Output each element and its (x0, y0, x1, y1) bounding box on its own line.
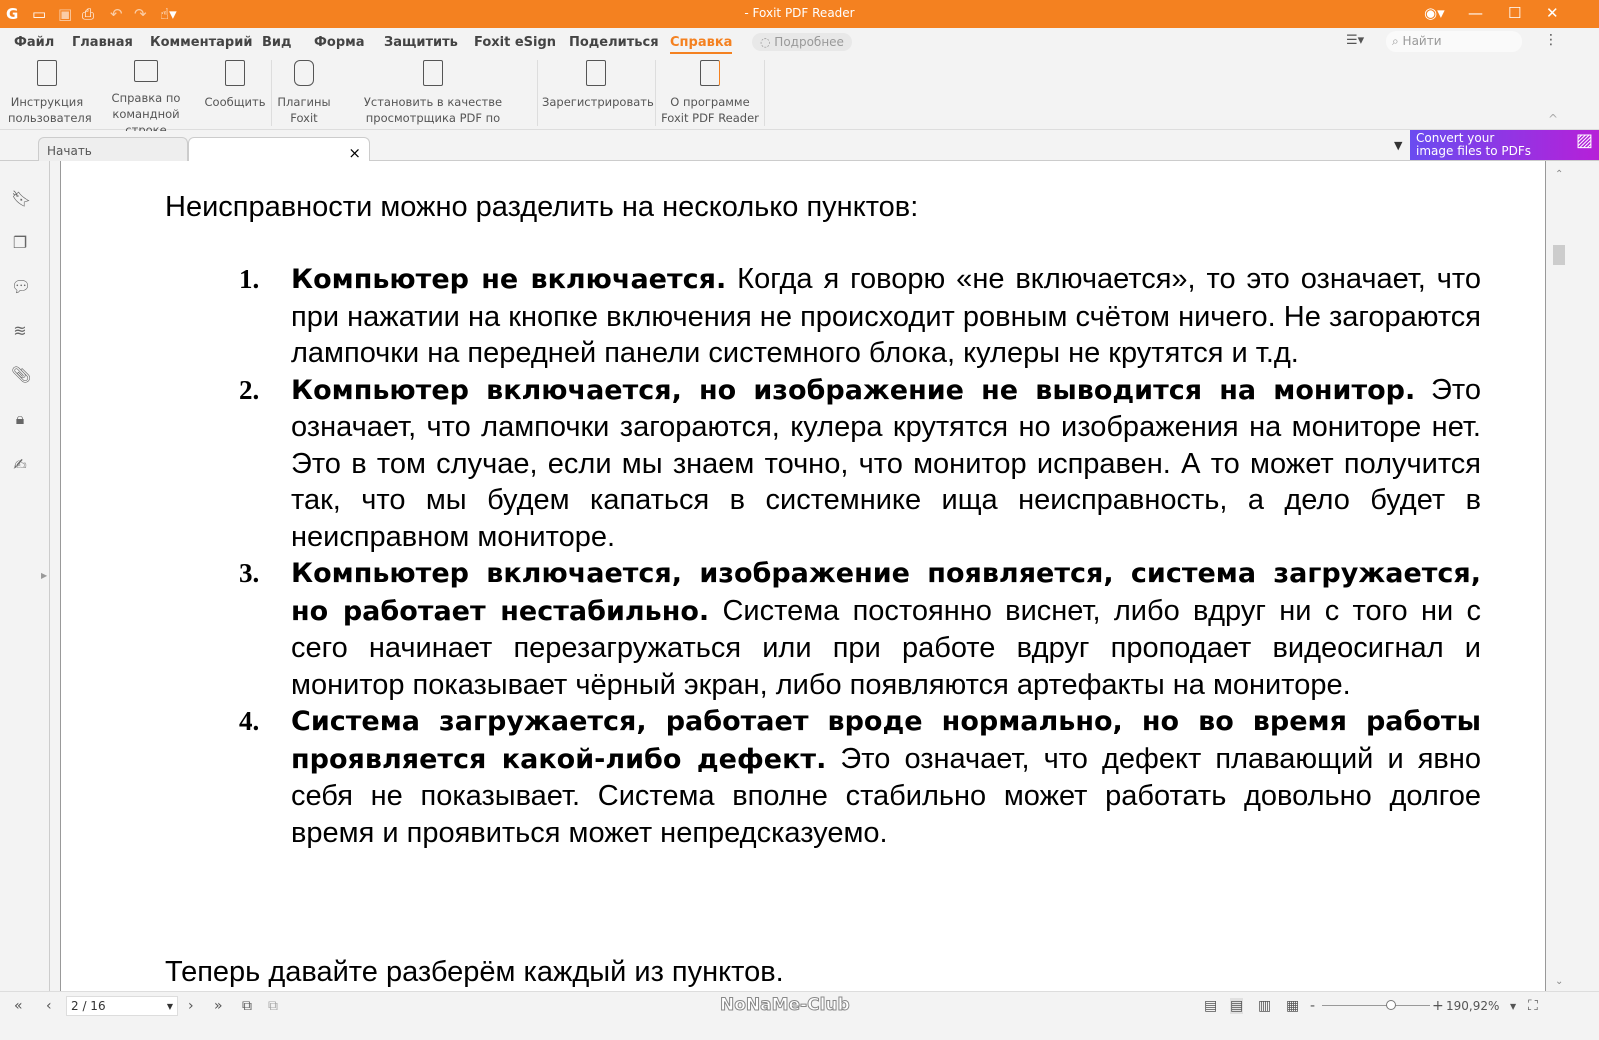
command-line-icon (134, 60, 158, 82)
ribbon: Инструкция пользователя Справка по командн… (0, 56, 1599, 141)
page-number-input[interactable]: 2 / 16 ▼ (66, 996, 178, 1016)
last-page-icon[interactable]: » (214, 998, 223, 1014)
left-panel: 🔖︎ ❐ 💬︎ ≋ 📎︎ 🔒︎ ✍︎ ▶ (0, 161, 50, 991)
tab-bar: Начать × ▼ (0, 131, 1599, 162)
bookmark-icon[interactable]: 🔖︎ (11, 189, 31, 208)
numbered-list: 1. Компьютер не включается. Когда я говор… (239, 261, 1481, 851)
signature-icon[interactable]: ✍︎ (11, 455, 29, 474)
scroll-thumb[interactable] (1553, 245, 1565, 265)
single-page-icon[interactable]: ▤ (1204, 998, 1217, 1014)
user-guide-icon (37, 60, 57, 86)
title-bar: G ▭ ▣ ⎙ ↶ ↷ ☝▾ - Foxit PDF Reader ◉▾ — ☐… (0, 0, 1599, 28)
puzzle-icon (294, 60, 314, 86)
register-button[interactable]: Зарегистрировать (542, 60, 654, 110)
first-page-icon[interactable]: « (14, 998, 23, 1014)
tab-close-icon[interactable]: × (348, 144, 361, 162)
menu-protect[interactable]: Защитить (384, 35, 458, 50)
prev-page-icon[interactable]: ‹ (46, 998, 52, 1014)
more-icon[interactable]: ⋮ (1544, 32, 1558, 48)
menu-bar: Файл Главная Комментарий Вид Форма Защит… (0, 28, 1599, 56)
menu-file[interactable]: Файл (14, 35, 54, 50)
pages-icon[interactable]: ❐ (11, 233, 29, 252)
set-default-button[interactable]: Установить в качестве просмотрщика PDF по… (336, 60, 530, 142)
command-line-help-button[interactable]: Справка по командной строке (92, 60, 200, 138)
layers-icon[interactable]: ≋ (11, 321, 29, 340)
attachment-icon[interactable]: 📎︎ (11, 365, 31, 384)
zoom-out-icon[interactable]: - (1310, 998, 1315, 1014)
maximize-button[interactable]: ☐ (1508, 4, 1521, 22)
report-icon (225, 60, 245, 86)
zoom-dropdown-icon[interactable]: ▼ (1510, 1002, 1516, 1011)
minimize-button[interactable]: — (1468, 4, 1483, 22)
continuous-page-icon[interactable]: ▤ (1230, 998, 1244, 1014)
intro-paragraph: Неисправности можно разделить на несколь… (165, 191, 919, 223)
document-gear-icon (423, 60, 443, 86)
user-guide-button[interactable]: Инструкция пользователя (8, 60, 92, 126)
lightbulb-icon: ◌ (760, 35, 775, 49)
search-input[interactable]: Найти (1403, 34, 1442, 48)
tab-document[interactable]: × (188, 137, 370, 162)
vertical-scrollbar[interactable]: ⌃ ⌄ (1549, 161, 1599, 991)
scroll-up-icon[interactable]: ⌃ (1555, 169, 1563, 180)
list-item: 3. Компьютер включается, изображение появ… (239, 558, 1481, 701)
pdf-page: Неисправности можно разделить на несколь… (60, 161, 1546, 991)
zoom-in-icon[interactable]: + (1432, 998, 1444, 1014)
zoom-slider[interactable] (1322, 1000, 1430, 1010)
comments-icon[interactable]: 💬︎ (11, 277, 31, 296)
search-options-icon[interactable]: ☰▾ (1346, 33, 1364, 48)
search-icon: ⌕ (1392, 34, 1403, 48)
promo-banner[interactable]: Convert your image files to PDFs ▨ (1410, 130, 1599, 160)
security-icon[interactable]: 🔒︎ (11, 409, 29, 428)
list-item: 2. Компьютер включается, но изображение н… (239, 373, 1481, 553)
window-title: - Foxit PDF Reader (744, 6, 855, 20)
tab-list-dropdown-icon[interactable]: ▼ (1394, 139, 1402, 152)
search-box[interactable]: ⌕ Найти (1386, 31, 1522, 52)
account-icon[interactable]: ◉▾ (1424, 4, 1445, 22)
menu-form[interactable]: Форма (314, 35, 365, 50)
register-icon (586, 60, 606, 86)
menu-share[interactable]: Поделиться (569, 35, 659, 50)
menu-comment[interactable]: Комментарий (150, 35, 252, 50)
facing-page-icon[interactable]: ▥ (1258, 998, 1271, 1014)
report-button[interactable]: Сообщить (204, 60, 266, 110)
watermark: NoNaMe-Club (720, 995, 851, 1016)
image-to-pdf-icon: ▨ (1575, 130, 1593, 151)
continuous-facing-icon[interactable]: ▦ (1286, 998, 1299, 1014)
next-page-icon[interactable]: › (188, 998, 194, 1014)
close-button[interactable]: ✕ (1546, 4, 1559, 22)
menu-home[interactable]: Главная (72, 35, 133, 50)
tell-me-box[interactable]: ◌ Подробнее (752, 33, 852, 51)
expand-panel-icon[interactable]: ▶ (41, 571, 47, 580)
previous-view-icon[interactable]: ⧉ (242, 998, 252, 1014)
next-view-icon[interactable]: ⧉ (268, 998, 278, 1014)
menu-esign[interactable]: Foxit eSign (474, 35, 556, 50)
about-button[interactable]: О программе Foxit PDF Reader (660, 60, 760, 126)
tab-start[interactable]: Начать (38, 137, 188, 161)
tell-me-label: Подробнее (774, 35, 844, 49)
plugins-button[interactable]: Плагины Foxit (276, 60, 332, 126)
list-item: 4. Система загружается, работает вроде но… (239, 706, 1481, 849)
scroll-down-icon[interactable]: ⌄ (1555, 976, 1563, 987)
menu-view[interactable]: Вид (262, 35, 292, 50)
zoom-level[interactable]: 190,92% (1446, 999, 1499, 1013)
zoom-slider-thumb[interactable] (1386, 1000, 1396, 1010)
collapse-ribbon-icon[interactable]: ^ (1548, 112, 1558, 126)
list-item: 1. Компьютер не включается. Когда я говор… (239, 263, 1481, 369)
fullscreen-icon[interactable]: ⛶ (1528, 998, 1538, 1014)
status-bar: « ‹ 2 / 16 ▼ › » ⧉ ⧉ NoNaMe-Club ▤ ▤ ▥ ▦ … (0, 991, 1599, 1040)
outro-paragraph: Теперь давайте разберём каждый из пункто… (165, 956, 784, 988)
menu-help[interactable]: Справка (670, 35, 733, 54)
about-icon (700, 60, 720, 86)
